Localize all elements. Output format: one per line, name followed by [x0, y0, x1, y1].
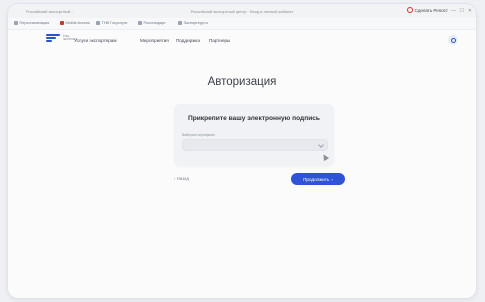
bookmark-icon: [178, 21, 182, 25]
profile-button[interactable]: [448, 35, 458, 45]
bookmark-icon: [96, 21, 100, 25]
continue-button[interactable]: Продолжить ›: [291, 173, 345, 185]
chevron-left-icon: ‹: [174, 176, 176, 181]
bookmark-icon: [14, 21, 18, 25]
bookmark-item[interactable]: Персонализация: [14, 21, 49, 25]
close-button[interactable]: ✕: [468, 8, 472, 14]
nav-partners[interactable]: Партнеры: [209, 38, 230, 43]
maximize-button[interactable]: ☐: [460, 8, 464, 14]
bookmark-item[interactable]: Экспортеру.ru: [178, 21, 208, 25]
certificate-label: Выберите сертификат: [182, 133, 215, 137]
back-link[interactable]: ‹ Назад: [174, 176, 189, 181]
nav-services[interactable]: Услуги экспортерам: [74, 38, 116, 43]
back-label: Назад: [176, 176, 189, 181]
record-label: Сделать Репост: [414, 7, 448, 13]
logo-icon: [46, 33, 60, 43]
record-button[interactable]: Сделать Репост: [406, 7, 448, 13]
card-title: Прикрепите вашу электронную подпись: [187, 115, 320, 122]
certificate-select[interactable]: [182, 139, 328, 151]
bookmark-icon: [138, 21, 142, 25]
bookmark-label: Mobile Access: [65, 21, 90, 25]
user-icon: [451, 38, 456, 43]
site-logo[interactable]: РЭЦ ЭКСПОРТ: [46, 33, 77, 43]
screen-photo: Российский экспортный ... Российский экс…: [8, 4, 476, 298]
bookmark-label: Росстандарт: [143, 21, 166, 25]
nav-support[interactable]: Поддержка: [176, 38, 200, 43]
bookmark-item[interactable]: Росстандарт: [138, 21, 166, 25]
bookmark-label: Экспортеру.ru: [183, 21, 208, 25]
bookmark-label: Персонализация: [19, 21, 50, 25]
signature-card: Прикрепите вашу электронную подпись Выбе…: [174, 104, 334, 166]
bookmark-item[interactable]: Mobile Access: [60, 21, 90, 25]
bookmark-icon: [60, 21, 64, 25]
nav-events[interactable]: Мероприятия: [140, 38, 169, 43]
continue-label: Продолжить: [303, 176, 330, 182]
minimize-button[interactable]: —: [451, 8, 456, 14]
chevron-right-icon: ›: [331, 176, 333, 182]
bookmark-label: ТНВ Госуслуги: [101, 21, 128, 25]
record-icon: [406, 7, 413, 13]
bookmark-item[interactable]: ТНВ Госуслуги: [96, 21, 127, 25]
site-header: РЭЦ ЭКСПОРТ Услуги экспортерам Мероприяти…: [8, 29, 476, 51]
browser-titlebar: Российский экспортный ... Российский экс…: [8, 4, 476, 19]
chevron-down-icon: [318, 142, 324, 148]
page-title: Авторизация: [207, 76, 277, 88]
